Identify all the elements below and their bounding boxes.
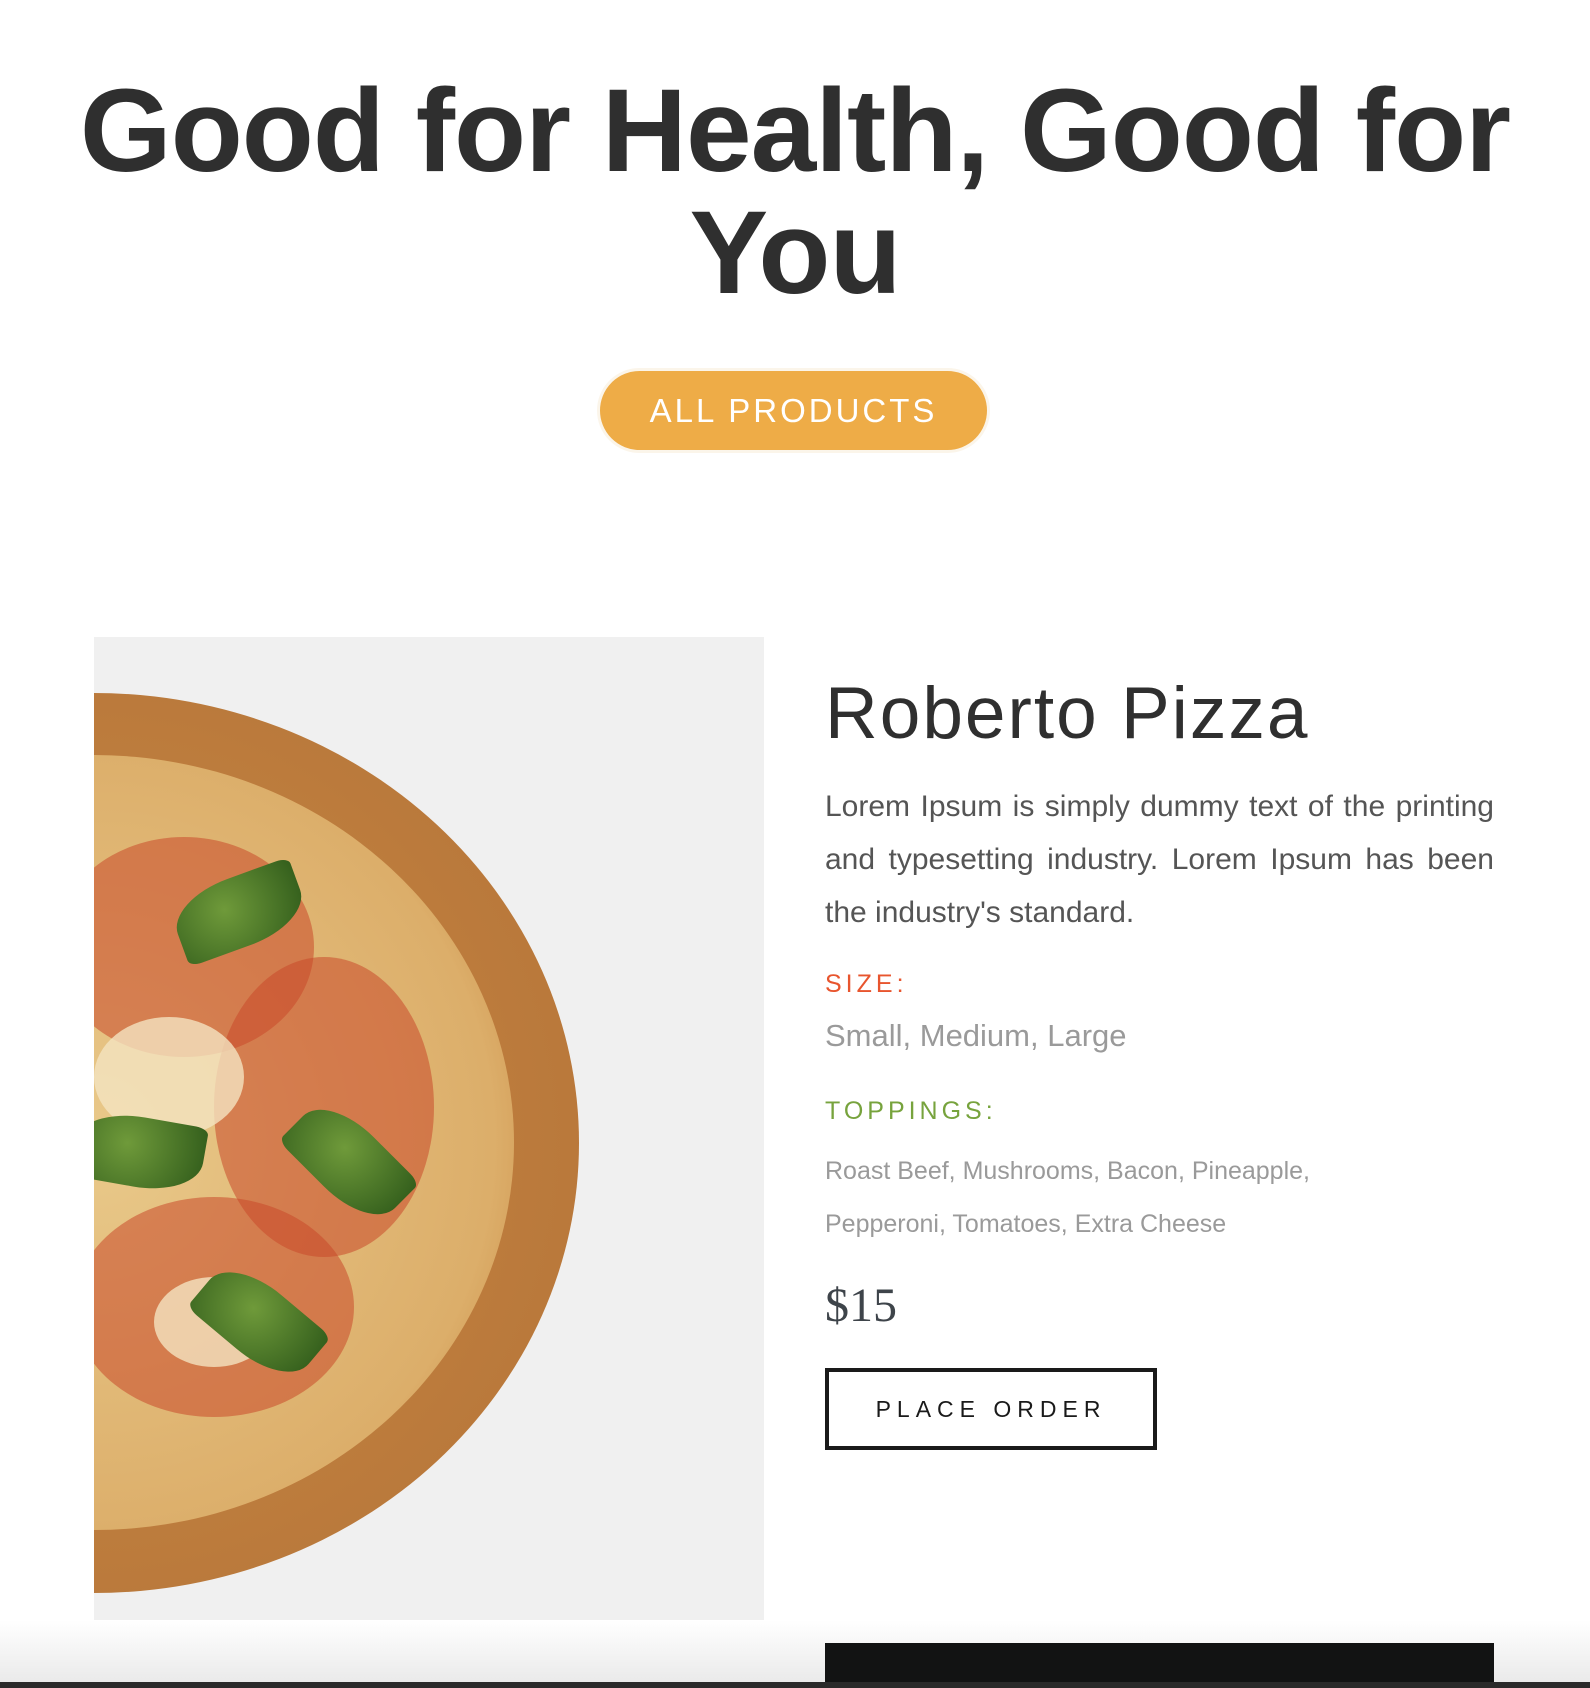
page-title-line1: Good for Health, Good for (79, 65, 1511, 197)
product-price: $15 (825, 1279, 897, 1332)
toppings-label: TOPPINGS: (825, 1097, 997, 1125)
toppings-line: Roast Beef, Mushrooms, Bacon, Pineapple, (825, 1157, 1310, 1185)
page-title: Good for Health, Good for You (0, 70, 1590, 314)
size-label: SIZE: (825, 970, 908, 998)
bottom-edge (0, 1682, 1590, 1688)
toppings-line: Pepperoni, Tomatoes, Extra Cheese (825, 1210, 1227, 1238)
product-description: Lorem Ipsum is simply dummy text of the … (825, 790, 1494, 929)
product-name: Roberto Pizza (825, 673, 1310, 754)
product-image (94, 637, 764, 1643)
size-values: Small, Medium, Large (825, 1018, 1127, 1053)
page-title-line2: You (689, 187, 901, 319)
toppings-values: Roast Beef, Mushrooms, Bacon, Pineapple,… (825, 1145, 1494, 1251)
place-order-button[interactable]: PLACE ORDER (825, 1368, 1157, 1450)
all-products-button[interactable]: ALL PRODUCTS (597, 368, 990, 453)
